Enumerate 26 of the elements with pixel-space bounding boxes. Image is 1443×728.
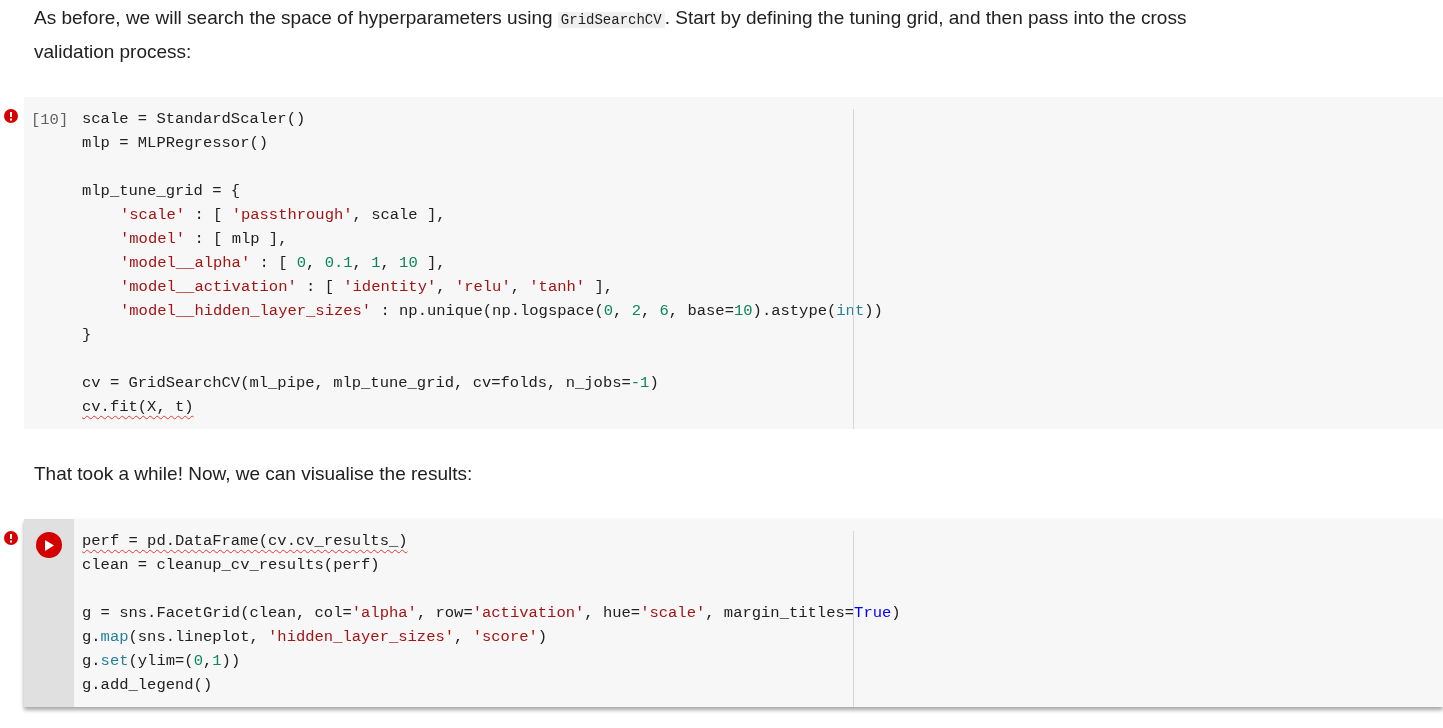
code-line: cv = GridSearchCV(ml_pipe, mlp_tune_grid, cv=folds, n_jobs=-1) — [82, 373, 659, 394]
code-line: g.add_legend() — [82, 675, 213, 696]
error-icon — [4, 109, 18, 123]
error-icon — [4, 531, 18, 545]
code-line: 'model__activation' : [ 'identity', 'relu', 'tanh' ], — [119, 277, 613, 298]
code-line: 'model__alpha' : [ 0, 0.1, 1, 10 ], — [119, 253, 446, 274]
code-line: g.set(ylim=(0,1)) — [82, 651, 241, 672]
code-line: 'scale' : [ 'passthrough', scale ], — [119, 205, 446, 226]
execution-count: [10] — [31, 111, 69, 129]
code-line: clean = cleanup_cv_results(perf) — [82, 555, 380, 576]
code-cell[interactable] — [24, 519, 1443, 707]
run-button[interactable] — [36, 532, 62, 558]
code-line: 'model__hidden_layer_sizes' : np.unique(np.logspace(0, 2, 6, base=10).astype(int)) — [119, 301, 883, 322]
code-line: } — [82, 325, 92, 346]
code-line: 'model' : [ mlp ], — [119, 229, 288, 250]
code-line: mlp_tune_grid = { — [82, 181, 241, 202]
code-cell[interactable] — [24, 97, 1443, 429]
play-icon — [44, 539, 54, 551]
code-line: scale = StandardScaler() — [82, 109, 306, 130]
markdown-paragraph: As before, we will search the space of hyperparameters using GridSearchCV. Start by defining the tuning grid, and then pass into the cross validation process: — [34, 6, 1188, 64]
code-line: cv.fit(X, t) — [82, 397, 194, 418]
markdown-paragraph: That took a while! Now, we can visualise the results: — [34, 462, 474, 486]
code-line: g = sns.FacetGrid(clean, col='alpha', row='activation', hue='scale', margin_titles=True) — [82, 603, 901, 624]
code-line: perf = pd.DataFrame(cv.cv_results_) — [82, 531, 408, 552]
code-line: mlp = MLPRegressor() — [82, 133, 269, 154]
code-line: g.map(sns.lineplot, 'hidden_layer_sizes', 'score') — [82, 627, 548, 648]
